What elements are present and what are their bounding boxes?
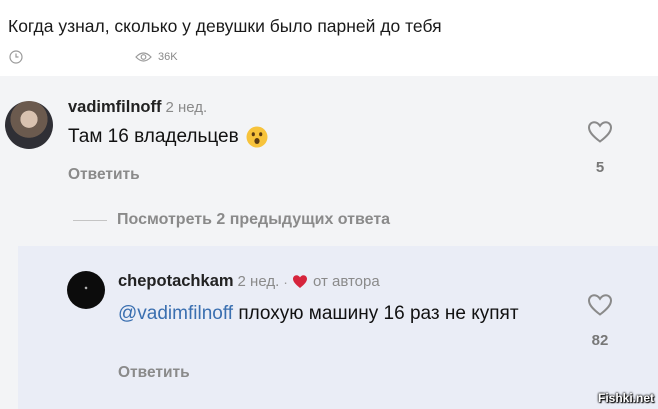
clock-icon bbox=[9, 50, 23, 64]
comment-time: 2 нед. bbox=[237, 273, 280, 290]
comments-screenshot: vadimfilnoff 2 нед. Там 16 владельцев Отв… bbox=[0, 76, 658, 409]
comment-body: плохую машину 16 раз не купят bbox=[233, 303, 519, 324]
post-title: Когда узнал, сколько у девушки было парн… bbox=[8, 16, 442, 36]
reply-button[interactable]: Ответить bbox=[118, 364, 190, 382]
avatar-logo: ◆ bbox=[84, 285, 88, 290]
eye-icon bbox=[135, 52, 152, 62]
author-label: от автора bbox=[312, 273, 380, 290]
comment-body: Там 16 владельцев bbox=[68, 126, 239, 147]
like-heart-icon[interactable] bbox=[587, 120, 613, 144]
reply-highlight bbox=[18, 246, 658, 409]
avatar[interactable]: ◆ bbox=[67, 271, 105, 309]
comment-username[interactable]: chepotachkam bbox=[118, 272, 234, 291]
like-count: 82 bbox=[591, 332, 609, 349]
like-count: 5 bbox=[595, 159, 605, 176]
show-more-replies[interactable]: Посмотреть 2 предыдущих ответа bbox=[73, 211, 390, 229]
mention-link[interactable]: @vadimfilnoff bbox=[118, 303, 233, 324]
astonished-face-icon bbox=[246, 126, 268, 148]
post-header: Когда узнал, сколько у девушки было парн… bbox=[0, 0, 658, 76]
reply-button[interactable]: Ответить bbox=[68, 166, 140, 184]
comment-text: Там 16 владельцев bbox=[68, 126, 268, 148]
comment-username[interactable]: vadimfilnoff bbox=[68, 98, 162, 116]
comment-header: chepotachkam 2 нед. · от автора bbox=[118, 272, 380, 291]
avatar[interactable] bbox=[5, 101, 53, 149]
comment-text: @vadimfilnoff плохую машину 16 раз не ку… bbox=[118, 301, 558, 326]
like-heart-icon[interactable] bbox=[587, 293, 613, 317]
view-count: 36K bbox=[158, 51, 178, 63]
watermark: Fishki.net bbox=[597, 391, 654, 405]
post-meta: 36K bbox=[9, 50, 178, 64]
author-heart-icon bbox=[292, 275, 307, 288]
comment-header: vadimfilnoff 2 нед. bbox=[68, 98, 207, 117]
separator-dot: · bbox=[283, 273, 288, 290]
comment-time: 2 нед. bbox=[165, 99, 208, 116]
divider-line bbox=[73, 219, 107, 221]
show-more-label: Посмотреть 2 предыдущих ответа bbox=[117, 211, 391, 228]
